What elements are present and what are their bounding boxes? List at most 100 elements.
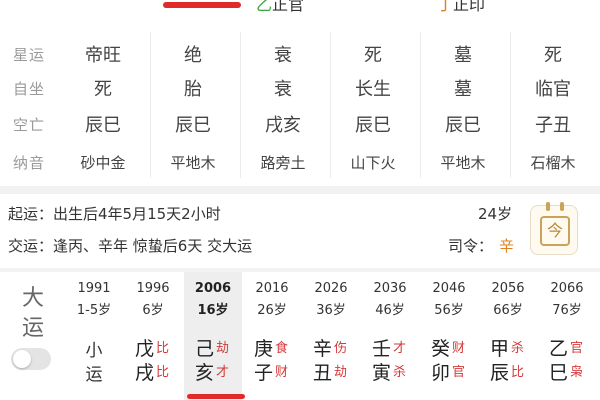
- gan-shishen: 杀: [511, 341, 525, 356]
- row-label: 空亡: [12, 115, 45, 134]
- gan-char: 乙: [549, 338, 569, 360]
- table-cell: 帝旺: [85, 45, 121, 66]
- qiyun-start-text: 起运：出生后4年5月15天2小时: [8, 205, 221, 223]
- zhi-shishen: 比: [511, 365, 525, 380]
- gan-shishen: 比: [156, 341, 170, 356]
- zhi-char: 巳: [549, 362, 569, 384]
- row-label: 星运: [12, 45, 45, 64]
- zhi-char: 戌: [135, 362, 155, 384]
- table-cell: 衰: [274, 79, 292, 100]
- dayun-zhi: 丑劫: [302, 358, 360, 384]
- dayun-column[interactable]: 2016 26岁 庚食 子财: [243, 272, 301, 400]
- dayun-column[interactable]: 2026 36岁 辛伤 丑劫: [302, 272, 360, 400]
- table-cell: 辰巳: [355, 115, 391, 136]
- dayun-toggle-switch[interactable]: [11, 348, 51, 370]
- zhi-char: 丑: [313, 362, 333, 384]
- table-cell: 辰巳: [175, 115, 211, 136]
- selected-tab-underline: [163, 2, 241, 8]
- dayun-age: 46岁: [375, 303, 405, 318]
- gan-char: 辛: [313, 338, 333, 360]
- zhi-shishen: 枭: [570, 365, 584, 380]
- dayun-age: 6岁: [142, 303, 164, 318]
- table-cell: 死: [94, 79, 112, 100]
- gan-shishen: 财: [452, 341, 466, 356]
- dayun-column[interactable]: 2036 46岁 壬才 寅杀: [361, 272, 419, 400]
- table-cell: 辰巳: [85, 115, 121, 136]
- calendar-ring: [560, 202, 564, 211]
- zhi-char: 亥: [195, 362, 215, 384]
- gan-char: 壬: [372, 338, 392, 360]
- dayun-year: 2016: [255, 281, 289, 296]
- zhi-char: 辰: [490, 362, 510, 384]
- dayun-year: 2036: [373, 281, 407, 296]
- gan-shishen: 才: [393, 341, 407, 356]
- zhi-char: 子: [254, 362, 274, 384]
- dayun-column[interactable]: 1991 1-5岁 小 运: [65, 272, 123, 400]
- dayun-year: 1996: [136, 281, 170, 296]
- table-cell: 平地木: [440, 153, 486, 172]
- table-cell: 绝: [184, 45, 202, 66]
- zhi-char: 卯: [431, 362, 451, 384]
- table-cell: 长生: [355, 79, 391, 100]
- gan-char: 戊: [135, 338, 155, 360]
- dayun-gan: 戊比: [124, 334, 182, 360]
- dayun-year: 2056: [491, 281, 525, 296]
- zhi-shishen: 比: [156, 365, 170, 380]
- dayun-age: 76岁: [552, 303, 582, 318]
- dayun-gan: 壬才: [361, 334, 419, 360]
- dayun-gan: 辛伤: [302, 334, 360, 360]
- dayun-section: 大 运 1991 1-5岁 小 运 1996 6岁 戊比 戌比 2006 16岁…: [0, 272, 600, 400]
- zhi-shishen: 才: [216, 365, 230, 380]
- top-item-glyph: 乙: [256, 0, 273, 14]
- table-cell: 胎: [184, 79, 202, 100]
- siling-value: 辛: [499, 237, 515, 255]
- today-calendar-button[interactable]: 今: [530, 202, 578, 255]
- gan-shishen: 官: [570, 341, 584, 356]
- toggle-knob: [13, 350, 31, 368]
- dayun-year: 2066: [550, 281, 584, 296]
- dayun-column-selected[interactable]: 2006 16岁 己劫 亥才: [184, 272, 242, 400]
- dayun-year: 1991: [77, 281, 111, 296]
- column-divider: [150, 32, 151, 178]
- siling-label: 司令：: [448, 237, 494, 255]
- table-cell: 死: [544, 45, 562, 66]
- dayun-column[interactable]: 2056 66岁 甲杀 辰比: [479, 272, 537, 400]
- row-label: 纳音: [12, 153, 45, 172]
- selected-dayun-underline: [187, 394, 245, 399]
- gan-char: 庚: [254, 338, 274, 360]
- column-divider: [510, 32, 511, 178]
- dayun-column[interactable]: 2066 76岁 乙官 巳枭: [538, 272, 596, 400]
- table-cell: 墓: [454, 45, 472, 66]
- jiaoyun-text: 交运：逢丙、辛年 惊蛰后6天 交大运: [8, 237, 253, 255]
- dayun-gan: 庚食: [243, 334, 301, 360]
- dayun-title-char: 运: [21, 316, 44, 341]
- zhi-shishen: 财: [275, 365, 289, 380]
- qiyun-section: 起运：出生后4年5月15天2小时 24岁 交运：逢丙、辛年 惊蛰后6天 交大运 …: [0, 194, 600, 266]
- gan-char: 己: [195, 338, 215, 360]
- dayun-column[interactable]: 2046 56岁 癸财 卯官: [420, 272, 478, 400]
- table-cell: 石榴木: [530, 153, 576, 172]
- dayun-title-char: 大: [21, 286, 44, 311]
- table-cell: 砂中金: [80, 153, 126, 172]
- gan-char: 甲: [490, 338, 510, 360]
- dayun-year: 2046: [432, 281, 466, 296]
- dayun-age: 1-5岁: [76, 303, 112, 318]
- dayun-title: 大 运: [18, 284, 48, 344]
- dayun-zhi: 卯官: [420, 358, 478, 384]
- zhi-shishen: 官: [452, 365, 466, 380]
- table-cell: 山下火: [350, 153, 396, 172]
- table-cell: 路旁土: [260, 153, 306, 172]
- dayun-age: 36岁: [316, 303, 346, 318]
- calendar-ring: [546, 202, 550, 211]
- table-cell: 死: [364, 45, 382, 66]
- siling: 司令： 辛: [448, 231, 514, 261]
- dayun-year: 2026: [314, 281, 348, 296]
- dayun-zhi: 戌比: [124, 358, 182, 384]
- dayun-age: 16岁: [197, 303, 229, 318]
- dayun-gan: 甲杀: [479, 334, 537, 360]
- dayun-column[interactable]: 1996 6岁 戊比 戌比: [124, 272, 182, 400]
- dayun-gan: 乙官: [538, 334, 596, 360]
- dayun-year: 2006: [194, 281, 232, 296]
- zhi-char: 寅: [372, 362, 392, 384]
- dayun-zhi: 寅杀: [361, 358, 419, 384]
